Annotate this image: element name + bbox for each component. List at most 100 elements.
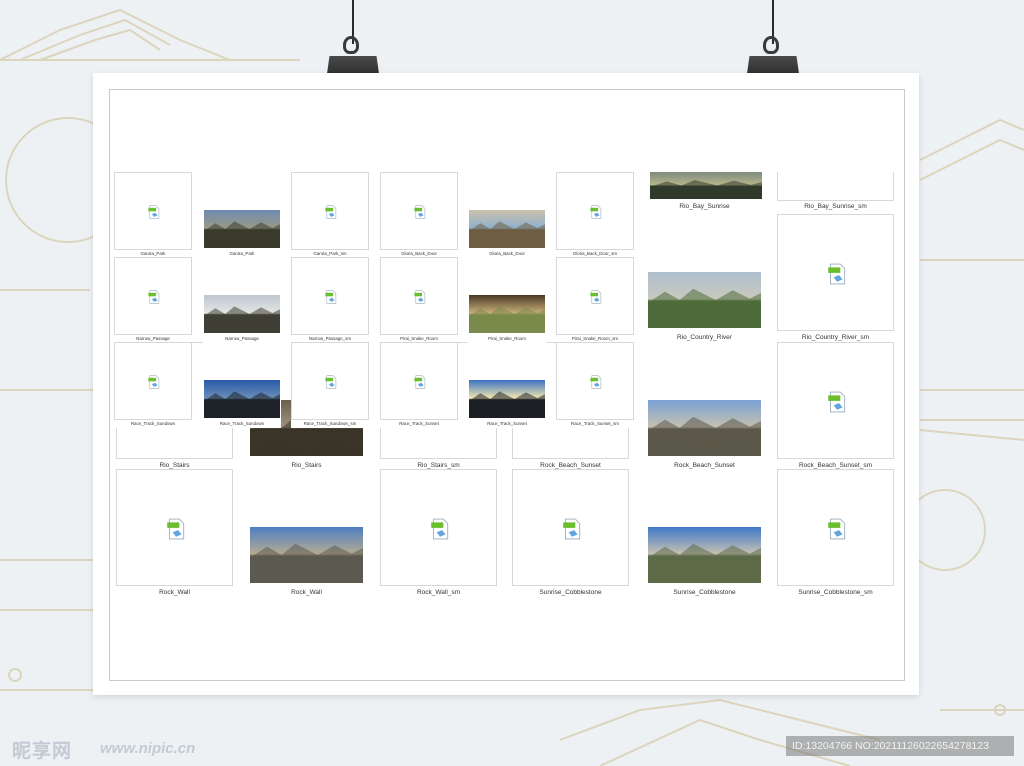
file-preview-box <box>777 342 894 459</box>
file-tile[interactable]: Rio_Bay_Sunrise_sm <box>777 172 894 212</box>
panorama-thumbnail <box>204 210 280 248</box>
file-tile[interactable]: Rio_Country_River_sm <box>777 214 894 347</box>
file-name-label: Rock_Wall <box>159 589 190 596</box>
file-name-label: Garota_Park <box>229 251 255 256</box>
file-name-label: Race_Track_Sundown <box>130 421 176 426</box>
file-name-label: Narrow_Passage <box>136 336 170 341</box>
file-name-label: Rock_Beach_Sunset <box>540 462 601 469</box>
file-name-label: Gloria_Back_Door <box>401 251 437 256</box>
photo-thumbnail-tile[interactable]: Rock_Wall <box>248 469 365 602</box>
file-preview-box <box>777 172 894 201</box>
file-name-label: Garota_Park <box>140 251 166 256</box>
photo-thumbnail-tile[interactable]: Garota_Park <box>203 172 281 258</box>
file-name-label: Race_Track_Sundown <box>219 421 265 426</box>
image-file-icon <box>147 375 161 389</box>
file-tile[interactable]: Sunrise_Cobblestone <box>512 469 629 602</box>
file-tile[interactable]: Sunrise_Cobblestone_sm <box>777 469 894 602</box>
photo-thumbnail-tile[interactable]: Rio_Bay_Sunrise <box>646 172 763 212</box>
file-preview-box <box>380 469 497 586</box>
image-file-icon <box>147 205 161 219</box>
file-preview-box <box>114 172 192 250</box>
file-name-label: Pirai_Snake_Room_sm <box>571 336 619 341</box>
photo-thumbnail-tile[interactable]: Pirai_Snake_Room <box>468 257 546 343</box>
file-name-label: Race_Track_Sundown_sm <box>303 421 357 426</box>
photo-thumbnail-tile[interactable]: Narrow_Passage <box>203 257 281 343</box>
file-name-label: Rock_Beach_Sunset <box>674 462 735 469</box>
panorama-thumbnail <box>650 172 762 199</box>
file-preview-box <box>556 342 634 420</box>
image-file-icon <box>324 375 338 389</box>
image-file-icon <box>826 518 848 540</box>
image-file-icon <box>561 518 583 540</box>
file-tile[interactable]: Race_Track_Sunset_sm <box>556 342 634 428</box>
file-tile[interactable]: Gloria_Back_Door_sm <box>556 172 634 258</box>
file-tile[interactable]: Narrow_Passage <box>114 257 192 343</box>
file-tile[interactable]: Pirai_Snake_Room_sm <box>556 257 634 343</box>
file-tile[interactable]: Rock_Beach_Sunset_sm <box>777 342 894 475</box>
image-file-icon <box>589 205 603 219</box>
watermark-url: www.nipic.cn <box>100 740 196 757</box>
file-name-label: Sunrise_Cobblestone <box>539 589 602 596</box>
file-preview-box <box>116 469 233 586</box>
file-preview-box <box>380 257 458 335</box>
panorama-thumbnail <box>469 380 545 418</box>
image-file-icon <box>826 263 848 285</box>
file-name-label: Garota_Park_sm <box>313 251 347 256</box>
file-name-label: Sunrise_Cobblestone <box>673 589 736 596</box>
image-file-icon <box>413 375 427 389</box>
file-tile[interactable]: Narrow_Passage_sm <box>291 257 369 343</box>
file-preview-box <box>291 172 369 250</box>
file-preview-box <box>556 172 634 250</box>
panorama-thumbnail <box>469 210 545 248</box>
file-tile[interactable]: Pirai_Snake_Room <box>380 257 458 343</box>
file-tile[interactable]: Race_Track_Sundown <box>114 342 192 428</box>
image-file-icon <box>165 518 187 540</box>
file-name-label: Rio_Bay_Sunrise <box>679 203 730 210</box>
file-name-label: Rock_Wall_sm <box>416 589 461 596</box>
poster-frame: Rio_Bay_Sunrise Rio_Bay_Sunrise_sm Rio_Cou… <box>109 89 905 681</box>
panorama-thumbnail <box>204 380 280 418</box>
file-name-label: Rock_Beach_Sunset_sm <box>799 462 872 469</box>
file-tile[interactable]: Rock_Wall <box>116 469 233 602</box>
panorama-thumbnail <box>250 527 363 583</box>
file-name-label: Race_Track_Sunset <box>399 421 439 426</box>
photo-thumbnail-tile[interactable]: Gloria_Back_Door <box>468 172 546 258</box>
file-tile[interactable]: Race_Track_Sundown_sm <box>291 342 369 428</box>
panorama-thumbnail <box>648 272 761 328</box>
file-name-label: Narrow_Passage <box>225 336 259 341</box>
file-tile[interactable]: Garota_Park <box>114 172 192 258</box>
photo-thumbnail-tile[interactable]: Rock_Beach_Sunset <box>646 342 763 475</box>
file-tile[interactable]: Rock_Wall_sm <box>380 469 497 602</box>
photo-thumbnail-tile[interactable]: Race_Track_Sundown <box>203 342 281 428</box>
photo-thumbnail-tile[interactable]: Sunrise_Cobblestone <box>646 469 763 602</box>
file-tile[interactable]: Garota_Park_sm <box>291 172 369 258</box>
file-preview-box <box>777 469 894 586</box>
image-file-icon <box>589 375 603 389</box>
file-tile[interactable]: Gloria_Back_Door <box>380 172 458 258</box>
image-file-icon <box>324 290 338 304</box>
image-file-icon <box>589 290 603 304</box>
file-name-label: Rio_Country_River <box>677 334 732 341</box>
image-file-icon <box>826 391 848 413</box>
panorama-thumbnail <box>469 295 545 333</box>
file-name-label: Rio_Country_River_sm <box>801 334 870 341</box>
file-preview-box <box>512 469 629 586</box>
file-name-label: Sunrise_Cobblestone_sm <box>798 589 873 596</box>
file-name-label: Race_Track_Sunset <box>487 421 527 426</box>
file-tile[interactable]: Race_Track_Sunset <box>380 342 458 428</box>
panorama-thumbnail <box>204 295 280 333</box>
file-name-label: Rio_Stairs_sm <box>417 462 460 469</box>
photo-thumbnail-tile[interactable]: Race_Track_Sunset <box>468 342 546 428</box>
file-preview-box <box>380 172 458 250</box>
file-name-label: Rio_Stairs <box>291 462 322 469</box>
photo-thumbnail-tile[interactable]: Rio_Country_River <box>646 214 763 347</box>
image-file-icon <box>147 290 161 304</box>
file-preview-box <box>777 214 894 331</box>
file-name-label: Rock_Wall <box>291 589 322 596</box>
file-preview-box <box>291 257 369 335</box>
image-file-icon <box>413 205 427 219</box>
file-name-label: Pirai_Snake_Room <box>488 336 526 341</box>
file-preview-box <box>114 257 192 335</box>
file-name-label: Rio_Stairs <box>159 462 190 469</box>
file-name-label: Rio_Bay_Sunrise_sm <box>804 203 867 210</box>
